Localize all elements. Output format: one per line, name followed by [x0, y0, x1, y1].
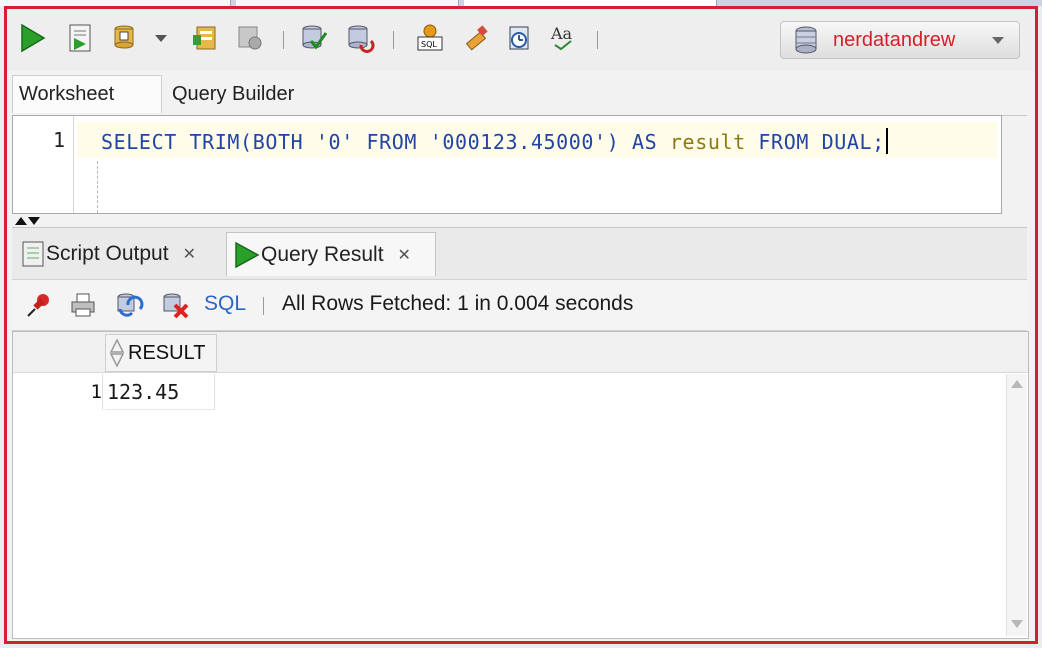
code-token: FROM DUAL;: [745, 130, 885, 154]
toolbar-separator: [597, 31, 598, 49]
script-output-icon: [22, 241, 44, 267]
commit-icon[interactable]: [111, 23, 141, 53]
panel-splitter[interactable]: [12, 214, 1027, 226]
code-token: '000123.45000': [429, 130, 607, 154]
grid-header: RESULT: [13, 332, 1028, 373]
refresh-icon[interactable]: [114, 290, 144, 320]
result-grid[interactable]: RESULT 1 123.45: [12, 331, 1029, 639]
collapse-arrows-icon[interactable]: [12, 215, 42, 227]
tab-script-output[interactable]: Script Output ✕: [20, 232, 220, 276]
column-header-result[interactable]: RESULT: [105, 334, 217, 372]
chevron-down-icon[interactable]: [153, 23, 169, 53]
run-script-icon[interactable]: [65, 23, 95, 53]
tab-label: Script Output: [46, 242, 169, 265]
svg-text:Aa: Aa: [550, 24, 573, 43]
clear-icon[interactable]: [505, 23, 535, 53]
row-number: 1: [13, 374, 103, 410]
toolbar-separator: [263, 297, 264, 315]
code-token: result: [669, 130, 746, 154]
toolbar-separator: [393, 31, 394, 49]
sql-code-line[interactable]: SELECT TRIM(BOTH '0' FROM '000123.45000'…: [101, 128, 888, 154]
sql-editor[interactable]: 1 SELECT TRIM(BOTH '0' FROM '000123.4500…: [12, 115, 1002, 214]
worksheet-toolbar: SQL Aa nerdatandrew: [7, 9, 1035, 71]
sql-tuning-icon[interactable]: [299, 23, 329, 53]
connection-selector[interactable]: nerdatandrew: [780, 21, 1020, 59]
pin-icon[interactable]: [24, 290, 54, 320]
tab-label: Worksheet: [19, 83, 115, 105]
tab-query-builder[interactable]: Query Builder: [172, 75, 332, 113]
chevron-down-icon[interactable]: [991, 35, 1005, 45]
table-cell[interactable]: 123.45: [105, 374, 215, 410]
svg-text:SQL: SQL: [421, 40, 437, 49]
print-icon[interactable]: [68, 290, 98, 320]
tab-query-result[interactable]: Query Result ✕: [226, 232, 436, 276]
result-toolbar: SQL All Rows Fetched: 1 in 0.004 seconds: [12, 279, 1027, 331]
fetch-status: All Rows Fetched: 1 in 0.004 seconds: [282, 292, 634, 315]
database-icon: [795, 26, 817, 54]
code-token: FROM: [353, 130, 430, 154]
column-header-label: RESULT: [128, 341, 206, 364]
explain-plan-icon[interactable]: [345, 23, 375, 53]
sql-history-icon[interactable]: [461, 23, 491, 53]
code-token: SELECT TRIM(BOTH: [101, 130, 316, 154]
text-caret: [885, 128, 888, 154]
line-number: 1: [52, 128, 65, 152]
rollback-icon[interactable]: [191, 23, 221, 53]
close-icon[interactable]: ✕: [183, 244, 196, 264]
run-statement-icon[interactable]: [17, 23, 47, 53]
tab-worksheet[interactable]: Worksheet: [12, 75, 162, 113]
worksheet-tabs: Worksheet Query Builder: [12, 73, 1027, 116]
connection-label: nerdatandrew: [833, 28, 956, 51]
autotrace-icon[interactable]: SQL: [415, 23, 445, 53]
close-icon[interactable]: ✕: [398, 245, 411, 265]
delete-icon[interactable]: [160, 290, 190, 320]
fold-guide: [97, 161, 98, 213]
worksheet-frame: SQL Aa nerdatandrew Worksheet Query Buil…: [4, 6, 1038, 644]
cancel-icon[interactable]: [235, 23, 265, 53]
output-tabs: Script Output ✕ Query Result ✕: [12, 227, 1027, 280]
code-token: '0': [315, 130, 354, 154]
vertical-scrollbar[interactable]: [1006, 374, 1027, 636]
toolbar-separator: [283, 31, 284, 49]
sql-link[interactable]: SQL: [204, 292, 246, 316]
format-case-icon[interactable]: Aa: [549, 23, 579, 53]
sort-icon[interactable]: [106, 338, 128, 368]
tab-label: Query Result: [261, 242, 384, 266]
scroll-up-icon[interactable]: [1011, 380, 1023, 388]
line-gutter: 1: [13, 116, 74, 213]
scroll-down-icon[interactable]: [1011, 620, 1023, 628]
run-statement-icon: [235, 241, 260, 268]
tab-label: Query Builder: [172, 82, 295, 105]
code-token: ) AS: [606, 130, 670, 154]
